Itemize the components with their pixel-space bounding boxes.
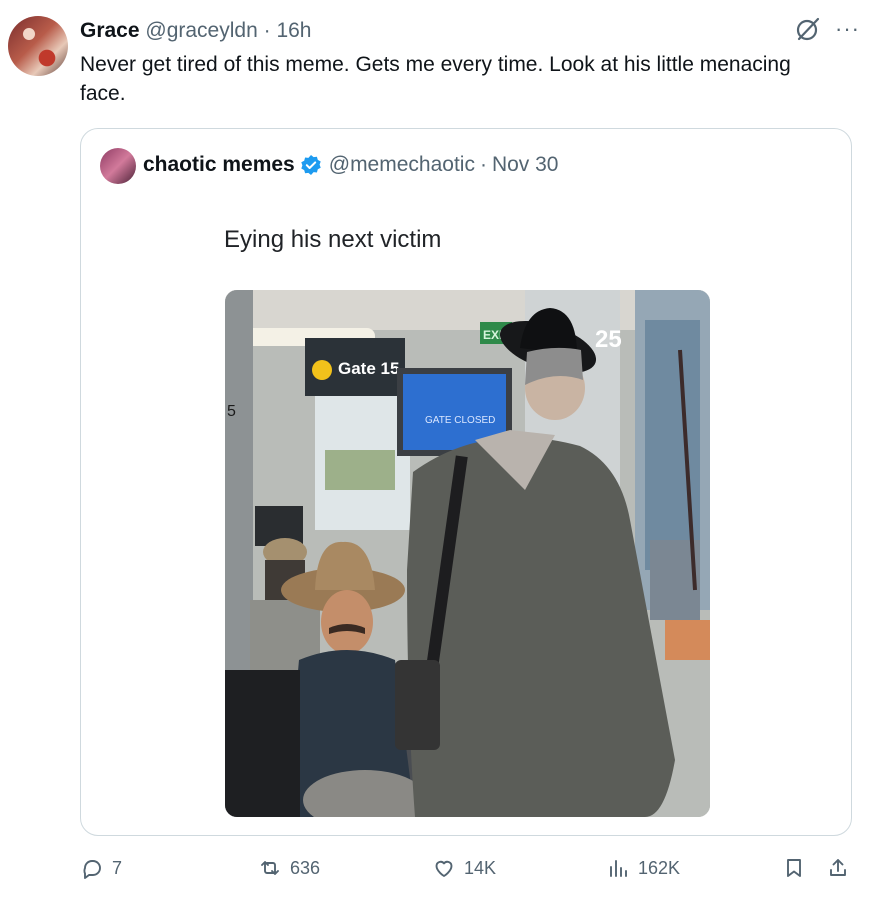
like-button[interactable]: 14K (432, 856, 496, 880)
meme-caption: Eying his next victim (224, 226, 442, 253)
quoted-tweet[interactable]: chaotic memes @memechaotic · Nov 30 Eyin… (80, 128, 852, 836)
author-handle[interactable]: @graceyldn (145, 19, 257, 42)
author-avatar[interactable] (8, 16, 68, 76)
like-icon (435, 860, 453, 877)
tweet-header: Grace @graceyldn · 16h (80, 18, 312, 44)
reply-icon (83, 860, 101, 879)
share-button[interactable] (826, 856, 850, 880)
meme-photo[interactable]: Gate 15 EXIT 25 5 GATE CLOSED (225, 290, 710, 817)
like-count: 14K (464, 857, 497, 878)
gate-sign-text: Gate 15 (338, 359, 399, 378)
author-name[interactable]: Grace (80, 19, 140, 42)
views-icon (610, 860, 627, 877)
reply-count: 7 (112, 857, 123, 878)
views-button[interactable]: 162K (606, 856, 680, 880)
action-bar: 7 636 14K 162K (0, 856, 878, 890)
separator: · (479, 153, 487, 176)
left-number-text: 5 (227, 403, 236, 420)
bookmark-icon (787, 859, 801, 877)
quoted-tweet-date[interactable]: Nov 30 (492, 151, 559, 179)
views-count: 162K (638, 857, 681, 878)
quoted-author-name[interactable]: chaotic memes (143, 151, 295, 179)
quoted-author-handle[interactable]: @memechaotic (329, 151, 475, 179)
board-status-text: GATE CLOSED (425, 415, 495, 426)
reply-button[interactable]: 7 (80, 856, 122, 880)
bookmark-button[interactable] (782, 856, 806, 880)
repost-count: 636 (290, 857, 321, 878)
quoted-author-avatar[interactable] (100, 148, 136, 184)
pillar-number-text: 25 (595, 326, 622, 353)
quoted-tweet-header: chaotic memes @memechaotic · Nov 30 (143, 151, 559, 179)
tweet-time[interactable]: 16h (276, 19, 311, 42)
repost-icon (261, 861, 279, 875)
tweet-top-actions: ··· (795, 16, 860, 42)
tweet-text: Never get tired of this meme. Gets me ev… (80, 53, 791, 105)
grok-icon[interactable] (795, 16, 821, 42)
repost-button[interactable]: 636 (258, 856, 320, 880)
verified-badge-icon (301, 155, 321, 175)
separator: · (263, 19, 271, 42)
airport-gate-scene: Gate 15 EXIT 25 5 GATE CLOSED (225, 290, 710, 817)
more-icon[interactable]: ··· (835, 16, 860, 42)
share-icon (830, 859, 846, 876)
